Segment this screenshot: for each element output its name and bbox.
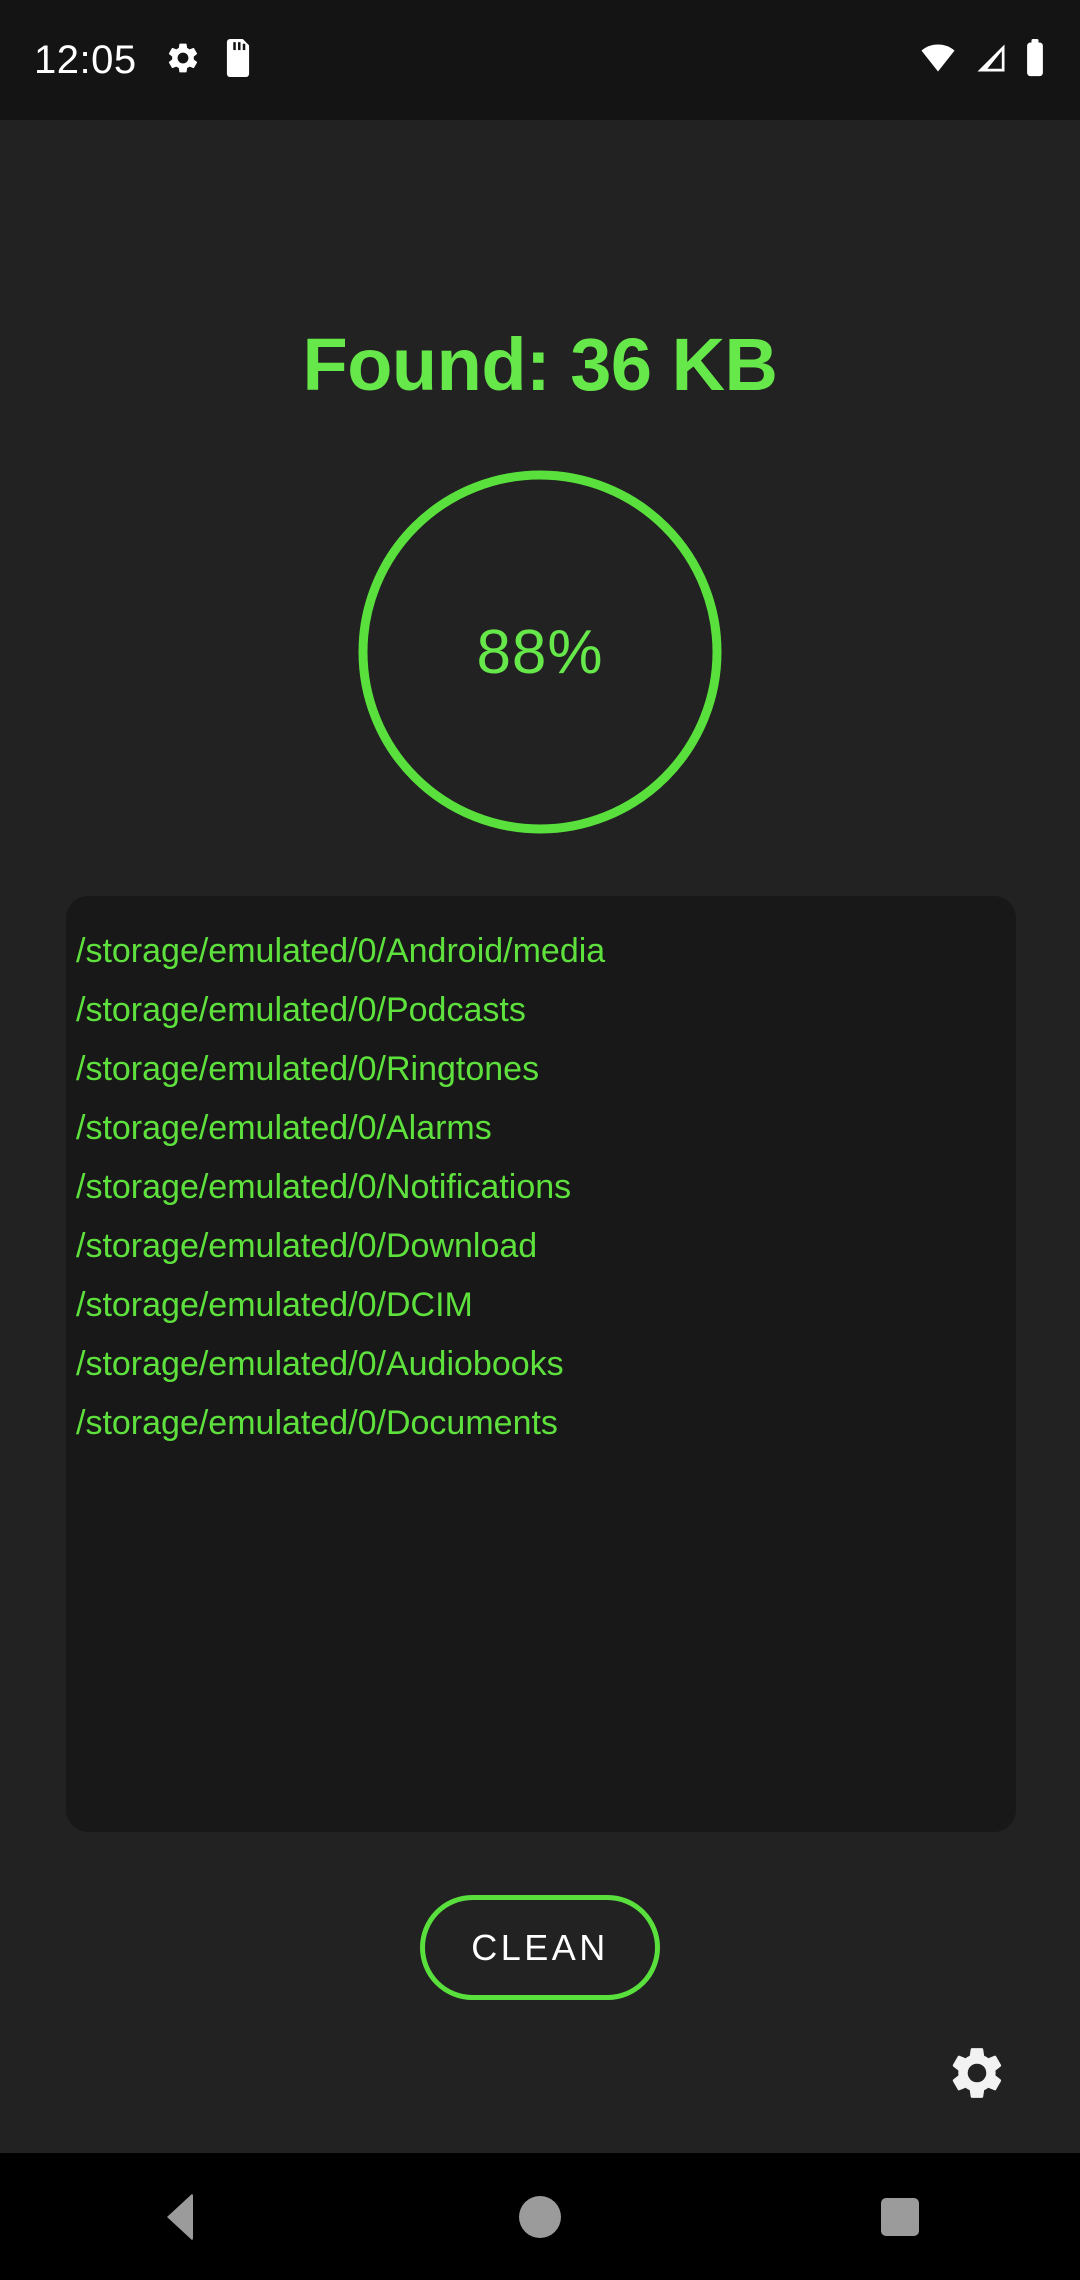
system-navigation-bar xyxy=(0,2153,1080,2280)
back-icon xyxy=(167,2192,193,2241)
list-item[interactable]: /storage/emulated/0/Android/media xyxy=(66,922,1016,981)
status-bar: 12:05 xyxy=(0,0,1080,120)
list-item[interactable]: /storage/emulated/0/Download xyxy=(66,1217,1016,1276)
found-size-title: Found: 36 KB xyxy=(302,323,778,406)
list-item[interactable]: /storage/emulated/0/Podcasts xyxy=(66,981,1016,1040)
wifi-icon xyxy=(918,40,958,81)
nav-back-button[interactable] xyxy=(100,2153,260,2280)
cellular-signal-icon xyxy=(972,40,1010,81)
nav-home-button[interactable] xyxy=(460,2153,620,2280)
home-icon xyxy=(519,2195,561,2238)
settings-button[interactable] xyxy=(942,2040,1012,2110)
nav-recents-button[interactable] xyxy=(820,2153,980,2280)
progress-percent-label: 88% xyxy=(476,617,604,687)
sd-card-icon xyxy=(223,38,253,82)
scanned-paths-card[interactable]: /storage/emulated/0/Android/media /stora… xyxy=(66,896,1016,1832)
list-item[interactable]: /storage/emulated/0/Notifications xyxy=(66,1158,1016,1217)
gear-icon xyxy=(946,2042,1008,2109)
clean-button[interactable]: CLEAN xyxy=(420,1895,660,2000)
list-item[interactable]: /storage/emulated/0/Documents xyxy=(66,1394,1016,1453)
list-item[interactable]: /storage/emulated/0/Audiobooks xyxy=(66,1335,1016,1394)
battery-icon xyxy=(1024,38,1046,82)
scanned-paths-list[interactable]: /storage/emulated/0/Android/media /stora… xyxy=(66,922,1016,1453)
list-item[interactable]: /storage/emulated/0/DCIM xyxy=(66,1276,1016,1335)
recents-icon xyxy=(881,2197,919,2236)
status-right-icon-group xyxy=(918,38,1046,82)
list-item[interactable]: /storage/emulated/0/Ringtones xyxy=(66,1040,1016,1099)
status-clock: 12:05 xyxy=(34,37,137,82)
list-item[interactable]: /storage/emulated/0/Alarms xyxy=(66,1099,1016,1158)
status-left-icon-group xyxy=(165,38,253,82)
app-screen: 12:05 Found: 36 KB 88% /storage/emulated… xyxy=(0,0,1080,2280)
gear-icon xyxy=(165,40,201,81)
scan-progress-ring: 88% xyxy=(356,468,724,836)
